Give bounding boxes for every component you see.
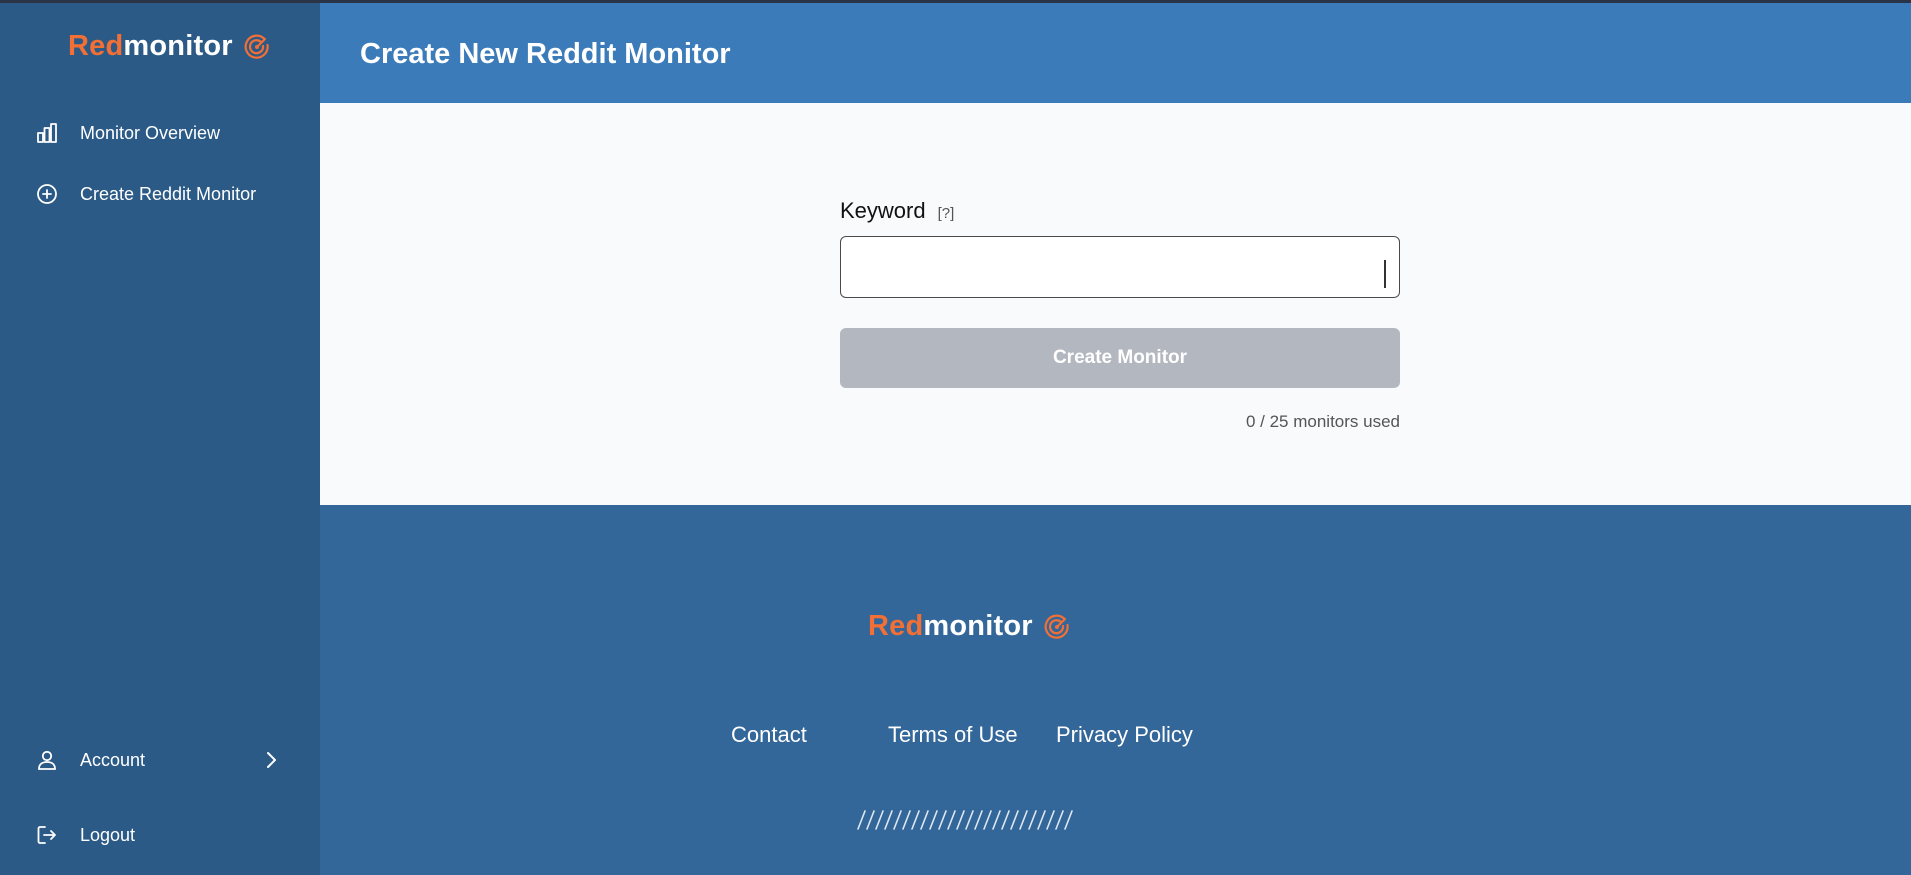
- logo-text-red: Red: [68, 30, 124, 62]
- footer-link-terms[interactable]: Terms of Use: [888, 722, 1018, 748]
- logout-icon: [34, 822, 60, 848]
- logo-text-monitor: monitor: [923, 610, 1033, 642]
- radar-icon: [1044, 614, 1069, 639]
- window-top-border: [0, 0, 1911, 3]
- page-title: Create New Reddit Monitor: [360, 38, 731, 70]
- sidebar-item-label: Account: [80, 749, 146, 770]
- radar-icon: [244, 34, 269, 59]
- keyword-help-link[interactable]: [?]: [938, 205, 955, 222]
- plus-circle-icon: [34, 181, 60, 207]
- sidebar-item-account[interactable]: Account: [34, 747, 284, 773]
- logo-text-red: Red: [868, 610, 924, 642]
- sidebar: Red monitor Monitor Overview Create Reddi…: [0, 0, 320, 875]
- sidebar-item-label: Monitor Overview: [80, 122, 221, 143]
- create-monitor-button[interactable]: Create Monitor: [840, 328, 1400, 388]
- sidebar-item-create-reddit-monitor[interactable]: Create Reddit Monitor: [34, 181, 256, 207]
- footer-logo[interactable]: Red monitor: [868, 610, 1071, 643]
- sidebar-item-logout[interactable]: Logout: [34, 822, 135, 848]
- footer-link-contact[interactable]: Contact: [731, 722, 807, 748]
- monitor-usage-count: 0 / 25 monitors used: [1245, 412, 1400, 431]
- sidebar-item-label: Create Reddit Monitor: [80, 183, 257, 204]
- create-monitor-form: Keyword [?] Create Monitor 0 / 25 monito…: [840, 198, 1400, 432]
- keyword-label-row: Keyword [?]: [840, 198, 1400, 224]
- keyword-input[interactable]: [840, 236, 1400, 298]
- page-header: Create New Reddit Monitor: [320, 0, 1911, 103]
- bar-chart-icon: [34, 120, 60, 146]
- footer: Red monitor Contact Terms of Use Privacy …: [320, 505, 1911, 875]
- keyword-label: Keyword: [840, 198, 926, 223]
- decorative-slashes: [857, 810, 1073, 830]
- footer-link-privacy[interactable]: Privacy Policy: [1056, 722, 1193, 748]
- user-icon: [34, 747, 60, 773]
- sidebar-item-monitor-overview[interactable]: Monitor Overview: [34, 120, 220, 146]
- sidebar-logo[interactable]: Red monitor: [68, 30, 271, 63]
- text-cursor: [1384, 260, 1386, 288]
- main-content: Keyword [?] Create Monitor 0 / 25 monito…: [320, 103, 1911, 505]
- chevron-right-icon[interactable]: [258, 747, 284, 773]
- logo-text-monitor: monitor: [123, 30, 233, 62]
- sidebar-item-label: Logout: [80, 824, 136, 845]
